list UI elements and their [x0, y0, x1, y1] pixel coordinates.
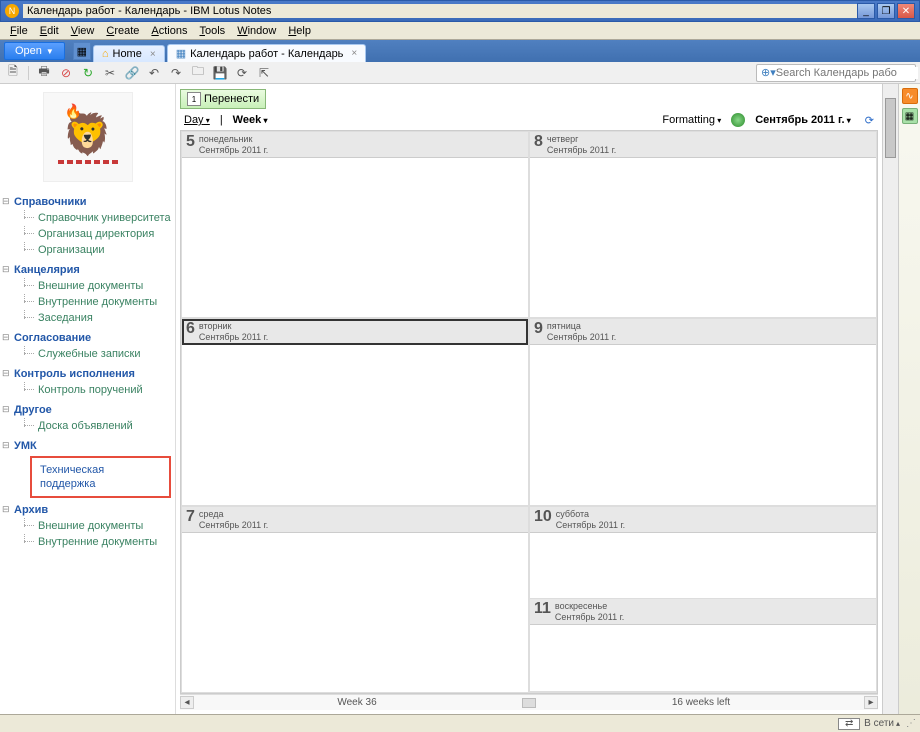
- day-cell-tuesday[interactable]: 6 вторникСентябрь 2011 г.: [181, 318, 529, 505]
- close-button[interactable]: ✕: [897, 3, 915, 19]
- formatting-dropdown[interactable]: Formatting: [658, 114, 725, 126]
- right-sidebar-rail: ∿ ▦: [898, 84, 920, 714]
- maximize-button[interactable]: ❐: [877, 3, 895, 19]
- section-archive[interactable]: Архив: [0, 502, 175, 518]
- menu-edit[interactable]: Edit: [34, 25, 65, 37]
- day-cell-friday[interactable]: 9 пятницаСентябрь 2011 г.: [529, 318, 877, 505]
- save-icon[interactable]: 💾: [211, 64, 229, 82]
- section-umk[interactable]: УМК: [0, 438, 175, 454]
- rss-icon[interactable]: ∿: [902, 88, 918, 104]
- refresh-calendar-icon[interactable]: ⟳: [861, 114, 878, 127]
- tab-home[interactable]: ⌂ Home ×: [93, 45, 165, 62]
- window-title: Календарь работ - Календарь - IBM Lotus …: [23, 4, 857, 18]
- scroll-thumb[interactable]: [885, 98, 896, 158]
- menu-file[interactable]: File: [4, 25, 34, 37]
- month-selector[interactable]: Сентябрь 2011 г.: [751, 114, 855, 126]
- sidebar-item-archive-internal[interactable]: Внутренние документы: [0, 534, 175, 550]
- tab-home-label: Home: [113, 48, 142, 60]
- sidebar-item-task-control[interactable]: Контроль поручений: [0, 382, 175, 398]
- calendar-grid: 5 понедельникСентябрь 2011 г. 8 четвергС…: [180, 130, 878, 694]
- day-cell-wednesday[interactable]: 7 средаСентябрь 2011 г.: [181, 506, 529, 693]
- resize-grip[interactable]: ⋰: [906, 718, 916, 729]
- view-day[interactable]: Day: [180, 114, 214, 126]
- sidebar-item-org-directory[interactable]: Организац директория: [0, 226, 175, 242]
- sidebar-item-university-ref[interactable]: Справочник университета: [0, 210, 175, 226]
- sidebar-item-archive-external[interactable]: Внешние документы: [0, 518, 175, 534]
- week-scrubber[interactable]: [522, 698, 536, 708]
- tabstrip: Open ▼ ▦ ⌂ Home × ▦ Календарь работ - Ка…: [0, 40, 920, 62]
- search-input[interactable]: [776, 67, 918, 79]
- refresh-icon[interactable]: ↻: [79, 64, 97, 82]
- day-cell-weekend: 10 субботаСентябрь 2011 г. 11 воскресень…: [529, 506, 877, 693]
- sidebar-item-meetings[interactable]: Заседания: [0, 310, 175, 326]
- sidebar-item-internal-docs[interactable]: Внутренние документы: [0, 294, 175, 310]
- mini-calendar-icon[interactable]: ▦: [902, 108, 918, 124]
- app-icon: N: [5, 4, 19, 18]
- sidebar-item-external-docs[interactable]: Внешние документы: [0, 278, 175, 294]
- sidebar-item-bulletin-board[interactable]: Доска объявлений: [0, 418, 175, 434]
- weeks-left-label: 16 weeks left: [538, 697, 864, 708]
- scroll-right-button[interactable]: ▸: [864, 696, 878, 709]
- menu-window[interactable]: Window: [231, 25, 282, 37]
- tab-calendar[interactable]: ▦ Календарь работ - Календарь ×: [167, 44, 367, 62]
- statusbar: ⇄ В сети ▴ ⋰: [0, 714, 920, 732]
- redo-icon[interactable]: ↷: [167, 64, 185, 82]
- sidebar-item-organizations[interactable]: Организации: [0, 242, 175, 258]
- search-box[interactable]: ⊕▾: [756, 64, 916, 82]
- menu-help[interactable]: Help: [282, 25, 317, 37]
- minimize-button[interactable]: _: [857, 3, 875, 19]
- day-cell-sunday[interactable]: 11 воскресеньеСентябрь 2011 г.: [530, 599, 876, 692]
- open-button[interactable]: Open ▼: [4, 42, 65, 60]
- menubar: File Edit View Create Actions Tools Wind…: [0, 22, 920, 40]
- folder-icon[interactable]: 🗀: [189, 64, 207, 82]
- toolbar: 🗎 🖶 ⊘ ↻ ✂ 🔗 ↶ ↷ 🗀 💾 ⟳ ⇱ ⊕▾: [0, 62, 920, 84]
- sync-icon[interactable]: ⟳: [233, 64, 251, 82]
- new-doc-icon[interactable]: 🗎: [4, 64, 22, 82]
- network-status: В сети: [864, 718, 894, 729]
- section-approval[interactable]: Согласование: [0, 330, 175, 346]
- workspace-icon[interactable]: ▦: [73, 42, 91, 60]
- home-icon: ⌂: [102, 48, 109, 60]
- move-button[interactable]: 1 Перенести: [180, 89, 266, 109]
- calendar-icon: ▦: [176, 47, 186, 60]
- tab-calendar-label: Календарь работ - Календарь: [190, 48, 343, 60]
- sidebar-item-tech-support[interactable]: Техническая поддержка: [30, 456, 171, 498]
- calendar-area: 1 Перенести Day | Week Formatting Сентяб…: [176, 84, 882, 714]
- export-icon[interactable]: ⇱: [255, 64, 273, 82]
- section-other[interactable]: Другое: [0, 402, 175, 418]
- app-logo: 🦁🔥: [43, 92, 133, 182]
- vertical-scrollbar[interactable]: [882, 84, 898, 714]
- view-week[interactable]: Week: [229, 114, 272, 126]
- menu-view[interactable]: View: [65, 25, 101, 37]
- calendar-page-icon: 1: [187, 92, 201, 106]
- day-cell-thursday[interactable]: 8 четвергСентябрь 2011 г.: [529, 131, 877, 318]
- section-execution-control[interactable]: Контроль исполнения: [0, 366, 175, 382]
- tab-close-icon[interactable]: ×: [351, 48, 357, 59]
- menu-tools[interactable]: Tools: [194, 25, 232, 37]
- week-label: Week 36: [194, 697, 520, 708]
- print-icon[interactable]: 🖶: [35, 64, 53, 82]
- stop-icon[interactable]: ⊘: [57, 64, 75, 82]
- menu-actions[interactable]: Actions: [145, 25, 193, 37]
- tab-close-icon[interactable]: ×: [150, 49, 156, 60]
- network-icon[interactable]: ⇄: [838, 718, 860, 730]
- day-cell-monday[interactable]: 5 понедельникСентябрь 2011 г.: [181, 131, 529, 318]
- cut-icon[interactable]: ✂: [101, 64, 119, 82]
- link-icon[interactable]: 🔗: [123, 64, 141, 82]
- undo-icon[interactable]: ↶: [145, 64, 163, 82]
- search-icon: ⊕▾: [761, 66, 776, 79]
- menu-create[interactable]: Create: [100, 25, 145, 37]
- scroll-left-button[interactable]: ◂: [180, 696, 194, 709]
- day-cell-saturday[interactable]: 10 субботаСентябрь 2011 г.: [530, 507, 876, 600]
- sidebar-item-memos[interactable]: Служебные записки: [0, 346, 175, 362]
- section-office[interactable]: Канцелярия: [0, 262, 175, 278]
- calendar-footer: ◂ Week 36 16 weeks left ▸: [180, 694, 878, 710]
- titlebar: N Календарь работ - Календарь - IBM Lotu…: [0, 0, 920, 22]
- section-references[interactable]: Справочники: [0, 194, 175, 210]
- sidebar: 🦁🔥 Справочники Справочник университета О…: [0, 84, 176, 714]
- globe-icon[interactable]: [731, 113, 745, 127]
